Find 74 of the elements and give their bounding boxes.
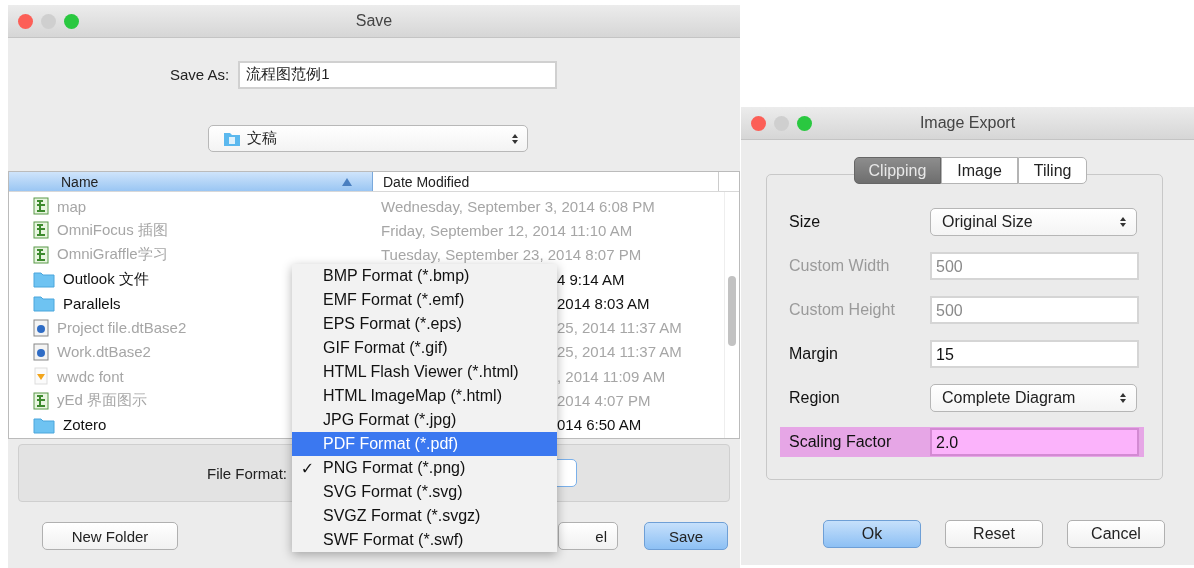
field-label: File Format: <box>207 464 287 482</box>
file-date: Friday, September 12, 2014 11:10 AM <box>380 221 633 239</box>
dialog-button[interactable]: New Folder <box>42 522 178 550</box>
minimize-button[interactable] <box>774 115 789 131</box>
stepper-arrows-icon <box>1119 216 1127 228</box>
zoom-button[interactable] <box>797 115 812 131</box>
field-label: Region <box>789 389 841 407</box>
stepper-arrows-icon <box>1119 392 1127 404</box>
file-date: Wednesday, September 3, 2014 6:08 PM <box>380 197 655 215</box>
file-date: 2014 8:03 AM <box>557 294 650 312</box>
file-name[interactable]: Outlook 文件 <box>63 269 149 289</box>
menu-item[interactable]: HTML ImageMap (*.html) <box>292 384 557 408</box>
document-icon <box>33 197 49 216</box>
file-date: Tuesday, September 23, 2014 8:07 PM <box>380 246 642 264</box>
menu-item[interactable]: JPG Format (*.jpg) <box>292 408 557 432</box>
dialog-button[interactable]: Save <box>644 522 728 550</box>
file-name[interactable]: Parallels <box>63 294 121 312</box>
file-date: 25, 2014 11:37 AM <box>557 343 682 361</box>
menu-item[interactable]: SVGZ Format (*.svgz) <box>292 504 557 528</box>
menu-item[interactable]: SVG Format (*.svg) <box>292 480 557 504</box>
folder-icon <box>33 415 55 434</box>
dialog-button[interactable]: el <box>558 522 618 550</box>
menu-item[interactable]: SWF Format (*.swf) <box>292 528 557 552</box>
document-icon <box>33 342 49 361</box>
scrollbar-thumb[interactable] <box>728 276 736 346</box>
window-title: Save <box>355 12 393 30</box>
folder-icon <box>223 130 241 147</box>
folder-icon <box>33 294 55 313</box>
window-title: Image Export <box>919 114 1016 132</box>
dropdown[interactable]: Original Size <box>930 208 1137 236</box>
input-field[interactable]: 2.0 <box>930 428 1139 456</box>
file-date: 25, 2014 11:37 AM <box>557 319 682 337</box>
close-button[interactable] <box>751 115 766 131</box>
document-icon <box>33 221 49 240</box>
menu-item[interactable]: HTML Flash Viewer (*.html) <box>292 360 557 384</box>
file-date: 2014 4:07 PM <box>557 392 651 409</box>
file-date: 014 6:50 AM <box>557 416 642 434</box>
document-icon <box>33 245 49 264</box>
field-label: Custom Width <box>789 257 891 275</box>
checkmark: ✓ <box>299 458 316 478</box>
field-label: Save As: <box>170 66 230 83</box>
document-icon <box>33 391 49 410</box>
field-label: Margin <box>789 345 839 363</box>
zoom-button[interactable] <box>64 13 79 29</box>
column-header[interactable]: Name <box>9 172 373 191</box>
sort-arrow-icon <box>342 177 352 186</box>
file-name[interactable]: Zotero <box>63 416 107 434</box>
dialog-button[interactable]: Cancel <box>1067 520 1165 548</box>
menu-item[interactable]: EPS Format (*.eps) <box>292 312 557 336</box>
tab[interactable]: Tiling <box>1017 157 1088 184</box>
file-date: 4 9:14 AM <box>557 270 625 288</box>
input-field[interactable]: 15 <box>930 340 1139 368</box>
field-label: Scaling Factor <box>789 433 893 451</box>
minimize-button[interactable] <box>41 13 56 29</box>
menu-item[interactable]: PDF Format (*.pdf) <box>292 432 557 456</box>
stepper-arrows-icon <box>511 132 519 145</box>
menu-item[interactable]: EMF Format (*.emf) <box>292 288 557 312</box>
menu-item[interactable]: GIF Format (*.gif) <box>292 336 557 360</box>
filename-field[interactable]: 流程图范例1 <box>238 60 558 89</box>
tab[interactable]: Image <box>941 157 1018 184</box>
document-icon <box>33 318 49 337</box>
column-header[interactable]: Date Modified <box>373 172 719 191</box>
dialog-button[interactable]: Reset <box>945 520 1043 548</box>
close-button[interactable] <box>18 13 33 29</box>
document-icon <box>33 367 49 386</box>
menu-item[interactable]: ✓ PNG Format (*.png) <box>292 456 557 480</box>
menu-item[interactable]: BMP Format (*.bmp) <box>292 264 557 288</box>
dropdown[interactable]: Complete Diagram <box>930 384 1137 412</box>
folder-icon <box>33 270 55 289</box>
folder-popup[interactable]: 文稿 <box>208 125 528 152</box>
field-label: Custom Height <box>789 301 896 319</box>
dialog-button[interactable]: Ok <box>823 520 921 548</box>
file-date: , 2014 11:09 AM <box>557 367 666 385</box>
field-label: Size <box>789 213 822 231</box>
